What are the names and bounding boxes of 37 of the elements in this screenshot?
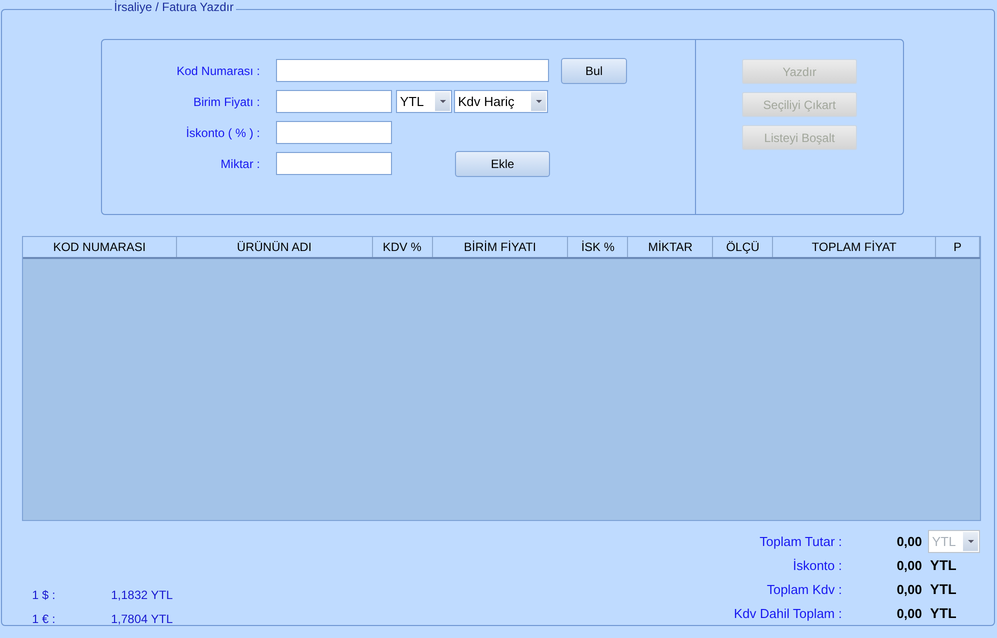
column-header[interactable]: ÜRÜNÜN ADI — [176, 237, 373, 257]
rate-value: 1,7804 YTL — [111, 612, 173, 626]
rate-label: 1 $ : — [32, 588, 56, 602]
field-label: Birim Fiyatı : — [192, 94, 260, 108]
total-label: Toplam Tutar : — [758, 534, 842, 548]
unit-label: YTL — [929, 557, 958, 573]
total-value: 0,00 — [896, 534, 922, 548]
total-value: 0,00 — [896, 582, 922, 596]
total-value: 0,00 — [896, 606, 922, 620]
column-header[interactable]: MİKTAR — [628, 237, 714, 257]
column-header[interactable]: ÖLÇÜ — [713, 237, 774, 257]
find-button[interactable]: Bul — [561, 58, 627, 84]
input-field[interactable] — [276, 152, 392, 175]
field-label: Kod Numarası : — [176, 64, 260, 78]
total-value: 0,00 — [896, 558, 922, 572]
field-label: İskonto ( % ) : — [184, 126, 260, 140]
column-header[interactable]: BİRİM FİYATI — [432, 237, 568, 257]
column-header[interactable]: P — [936, 237, 980, 257]
column-header[interactable]: KOD NUMARASI — [23, 237, 177, 257]
unit-label: YTL — [929, 581, 958, 597]
input-field[interactable] — [276, 90, 392, 113]
group-title: İrsaliye / Fatura Yazdır — [112, 0, 236, 14]
input-field[interactable] — [276, 59, 549, 82]
total-label: Kdv Dahil Toplam : — [732, 606, 842, 620]
unit-label: YTL — [929, 605, 958, 621]
column-header[interactable]: İSK % — [568, 237, 628, 257]
rate-value: 1,1832 YTL — [111, 588, 173, 602]
field-label: Miktar : — [220, 156, 260, 170]
column-header[interactable]: TOPLAM FİYAT — [773, 237, 936, 257]
total-label: İskonto : — [792, 558, 842, 572]
total-label: Toplam Kdv : — [766, 582, 842, 596]
currency-dropdown[interactable]: YTL — [396, 90, 452, 113]
add-button[interactable]: Ekle — [455, 150, 550, 176]
tax-mode-dropdown[interactable]: Kdv Hariç — [454, 90, 548, 113]
rate-label: 1 € : — [32, 612, 56, 626]
input-field[interactable] — [276, 121, 392, 144]
column-header[interactable]: KDV % — [372, 237, 433, 257]
